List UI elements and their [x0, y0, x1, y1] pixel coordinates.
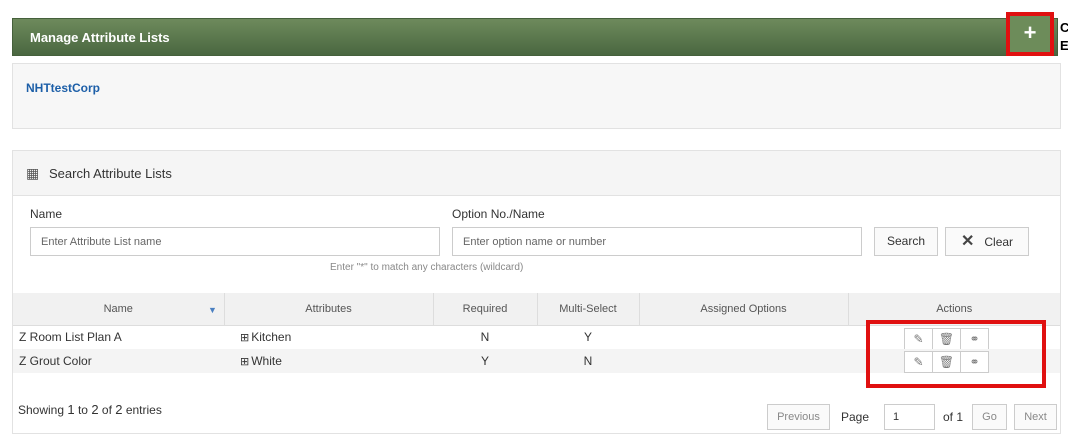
name-label: Name — [30, 207, 63, 221]
edit-icon[interactable]: ✎ — [904, 351, 933, 373]
expand-icon[interactable]: ⊞ — [240, 355, 249, 368]
page-label: Page — [841, 410, 870, 424]
row-required: N — [480, 330, 490, 345]
row-name: Z Grout Color — [13, 349, 224, 373]
column-header-name[interactable]: Name ▼ — [13, 293, 225, 326]
search-button[interactable]: Search — [874, 227, 938, 256]
column-header-required: Required — [433, 293, 538, 326]
page-number-input[interactable] — [884, 404, 935, 430]
plus-icon: + — [1023, 20, 1037, 45]
table-row: Z Grout Color ⊞ White Y N ✎ 🗑 ⚭ — [13, 349, 1060, 373]
page-header: Manage Attribute Lists — [12, 18, 1058, 56]
column-header-multi-select: Multi-Select — [537, 293, 640, 326]
list-panel-icon: ▦ — [26, 165, 40, 181]
wildcard-hint: Enter "*" to match any characters (wildc… — [330, 262, 524, 273]
clear-button-label: Clear — [984, 235, 1014, 249]
column-header-assigned-options: Assigned Options — [639, 293, 849, 326]
column-header-actions: Actions — [848, 293, 1060, 326]
row-required: Y — [433, 349, 537, 373]
row-attribute[interactable]: ⊞ White — [224, 349, 433, 373]
showing-entries: Showing 1 to 2 of 2 entries — [18, 402, 162, 417]
link-icon[interactable]: ⚭ — [960, 351, 989, 373]
name-search-input[interactable] — [30, 227, 440, 256]
row-assigned-options — [639, 325, 848, 349]
attribute-list-table: Name ▼ Attributes Required Multi-Select … — [13, 293, 1060, 373]
page-title: Manage Attribute Lists — [30, 30, 170, 45]
expand-icon[interactable]: ⊞ — [240, 331, 249, 344]
option-label: Option No./Name — [452, 207, 545, 221]
search-panel-header: ▦ Search Attribute Lists — [13, 151, 1060, 196]
row-attribute[interactable]: ⊞ Kitchen — [224, 325, 433, 349]
trash-icon[interactable]: 🗑 — [932, 327, 961, 350]
row-name: Z Room List Plan A — [19, 330, 122, 345]
previous-page-button[interactable]: Previous — [767, 404, 830, 430]
option-search-input[interactable] — [452, 227, 862, 256]
go-button[interactable]: Go — [972, 404, 1007, 430]
edge-text-top: C — [1060, 20, 1068, 35]
page-count: of 1 — [943, 410, 964, 424]
row-actions: ✎ 🗑 ⚭ — [848, 325, 1060, 350]
trash-icon[interactable]: 🗑 — [932, 351, 961, 373]
edit-icon[interactable]: ✎ — [904, 327, 933, 350]
table-row: Z Room List Plan A ⊞ Kitchen N Y ✎ 🗑 ⚭ — [13, 325, 1060, 350]
column-header-attributes: Attributes — [224, 293, 434, 326]
link-icon[interactable]: ⚭ — [960, 327, 989, 350]
search-panel-title: Search Attribute Lists — [49, 166, 172, 181]
row-multi-select: Y — [583, 330, 592, 345]
company-panel: NHTtestCorp — [12, 63, 1061, 129]
row-actions: ✎ 🗑 ⚭ — [848, 349, 1060, 373]
next-page-button[interactable]: Next — [1014, 404, 1057, 430]
row-assigned-options — [639, 349, 848, 373]
search-panel: ▦ Search Attribute Lists Name Option No.… — [12, 150, 1061, 434]
add-attribute-list-button[interactable]: + — [1006, 12, 1054, 56]
clear-icon: ✕ — [960, 233, 975, 250]
sort-desc-icon: ▼ — [208, 305, 217, 315]
clear-button[interactable]: ✕ Clear — [945, 227, 1029, 256]
row-multi-select: N — [537, 349, 639, 373]
edge-text-bottom: E — [1060, 38, 1068, 53]
company-link[interactable]: NHTtestCorp — [26, 81, 100, 95]
